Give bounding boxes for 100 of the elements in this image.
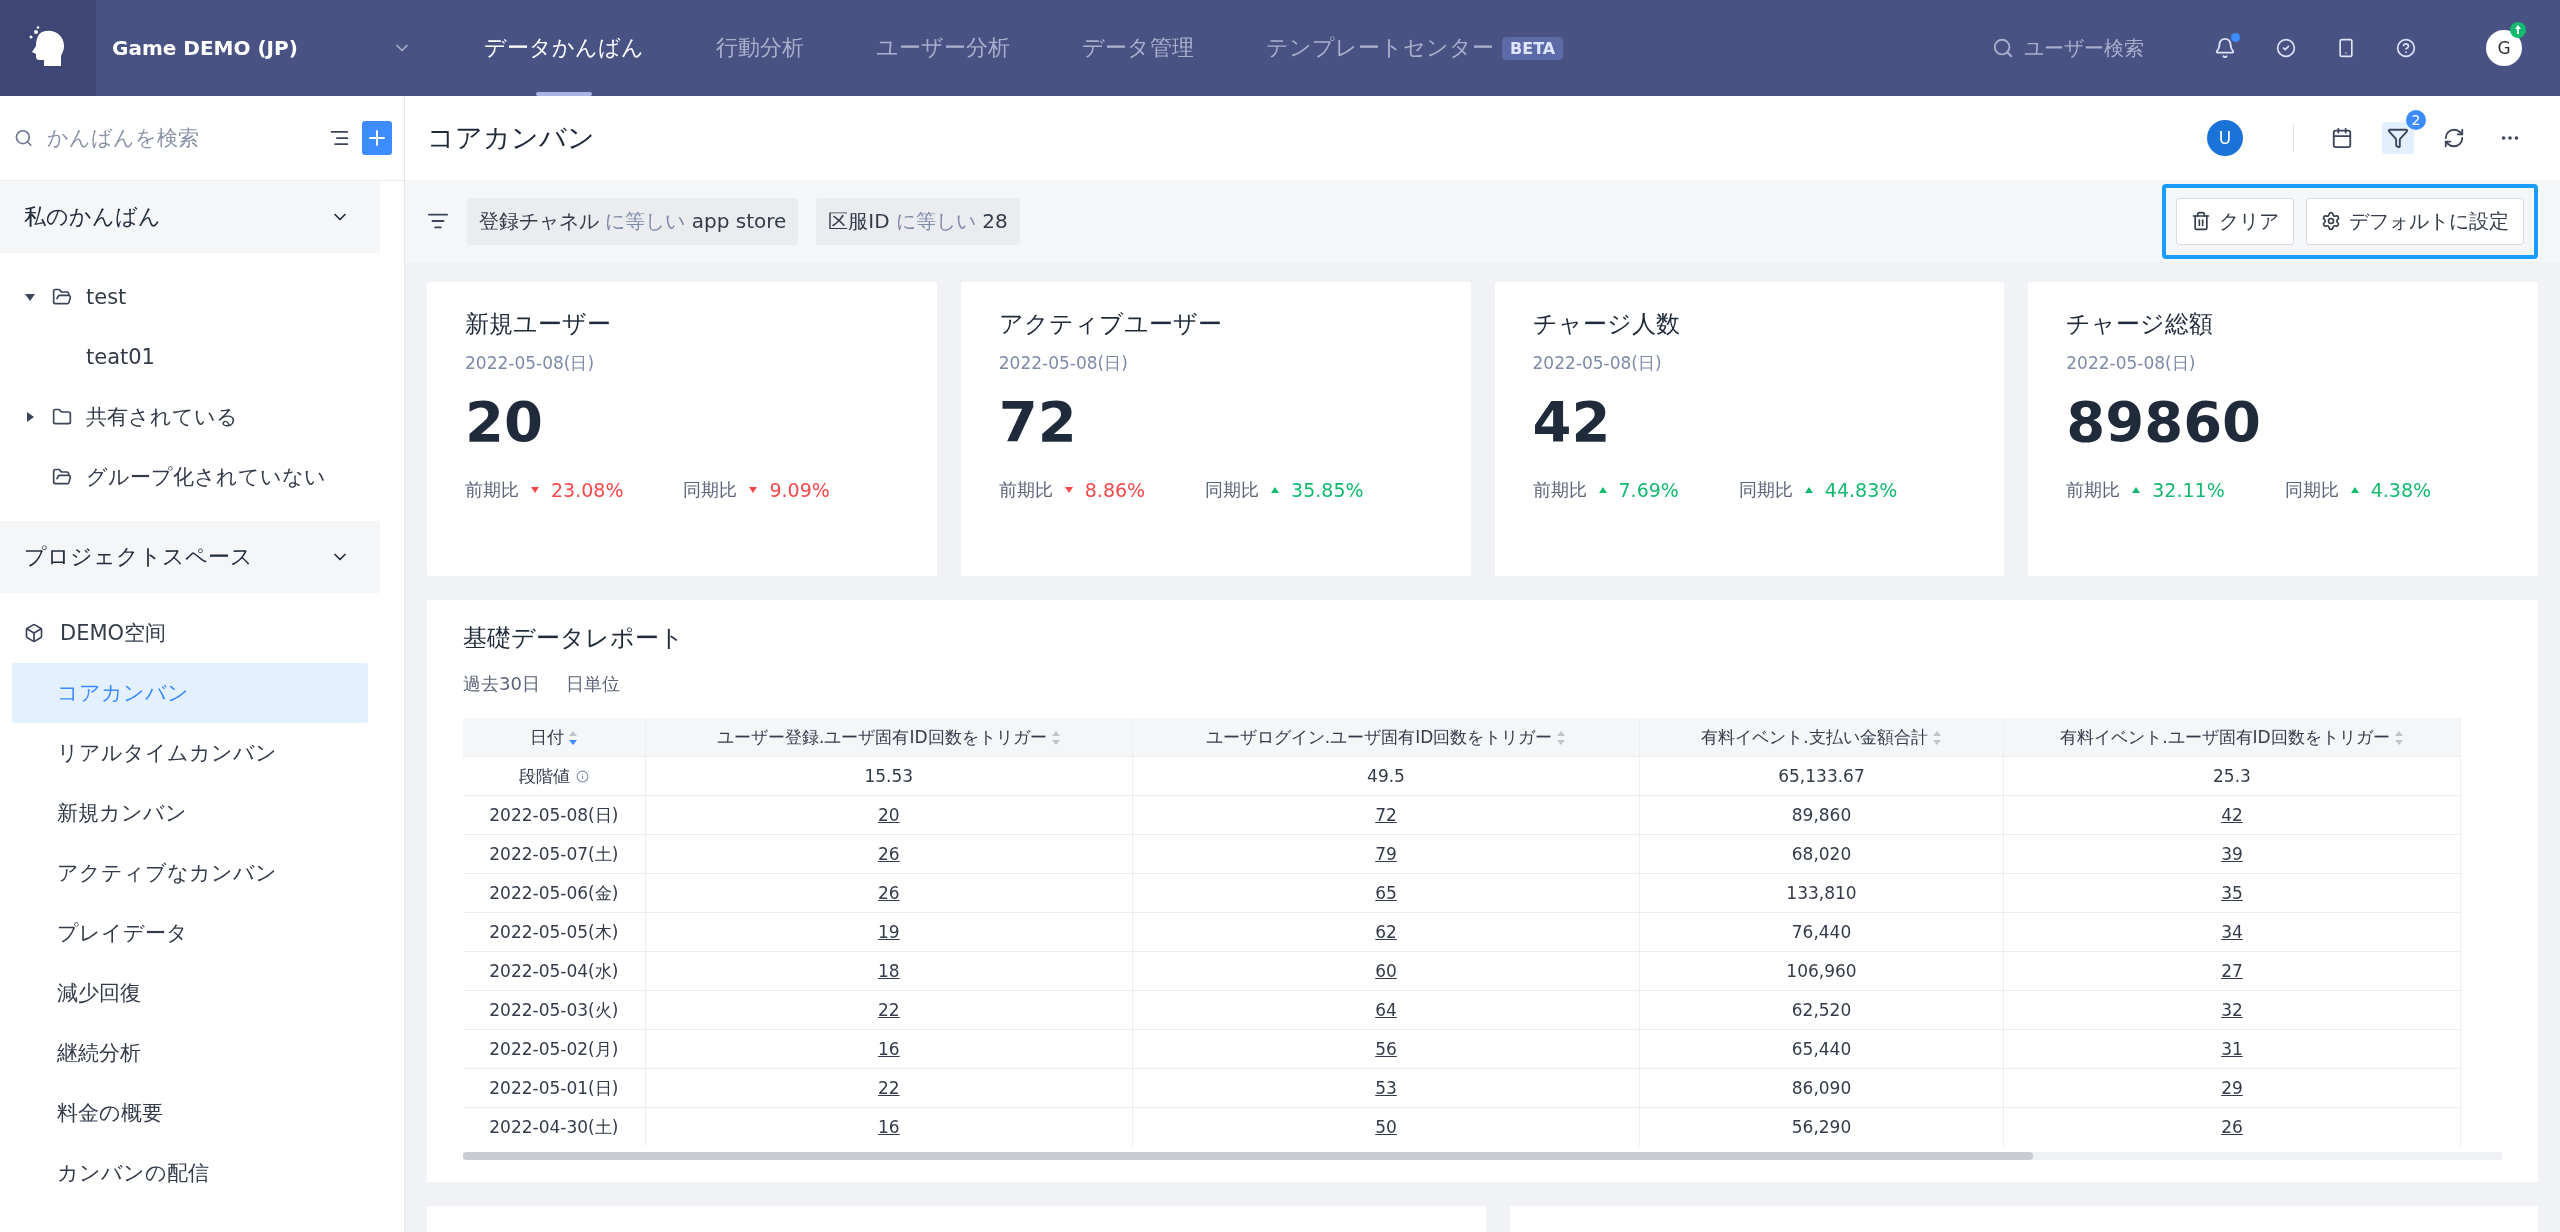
table-link[interactable]: 42	[2221, 805, 2243, 825]
folder-label[interactable]: グループ化されていない	[86, 463, 326, 491]
phone-icon[interactable]	[2336, 38, 2356, 58]
search-icon	[14, 127, 34, 149]
section-header[interactable]: 私のかんばん	[0, 181, 380, 253]
table-cell: 49.5	[1132, 756, 1640, 796]
table-cell: 2022-05-08(日)	[463, 795, 646, 835]
compare-value: 35.85%	[1291, 479, 1364, 501]
table-link[interactable]: 16	[877, 1039, 900, 1059]
compare-label: 前期比	[465, 478, 519, 502]
metric-title: チャージ総額	[2066, 309, 2215, 340]
filter-button[interactable]	[2382, 122, 2414, 154]
kanban-item[interactable]: 新規カンバン	[12, 783, 368, 843]
compare-value: 4.38%	[2370, 479, 2432, 501]
kanban-item[interactable]: アクティブなカンバン	[12, 843, 368, 903]
kanban-item[interactable]: teat01	[86, 345, 155, 369]
compare-label: 前期比	[1532, 478, 1587, 502]
trash-icon	[2191, 211, 2211, 231]
user-avatar[interactable]: G	[2486, 30, 2522, 66]
kanban-item[interactable]: 料金の概要	[12, 1083, 368, 1143]
table-cell: 68,020	[1639, 834, 2004, 874]
folder-icon	[52, 407, 72, 427]
upgrade-badge-icon	[2510, 22, 2526, 38]
scrollbar-thumb[interactable]	[463, 1152, 2033, 1160]
table-link[interactable]: 65	[1375, 883, 1397, 903]
column-header[interactable]: 有料イベント.ユーザ固有ID回数をトリガー	[2003, 718, 2461, 757]
table-link[interactable]: 56	[1375, 1039, 1397, 1059]
table-link[interactable]: 20	[877, 805, 900, 825]
kanban-item[interactable]: カンバンの配信	[12, 1143, 368, 1203]
filter-chip[interactable]: 区服ID に等しい 28	[816, 197, 1020, 245]
space-label[interactable]: DEMO空间	[60, 619, 167, 647]
table-link[interactable]: 39	[2221, 844, 2243, 864]
kanban-item[interactable]: プレイデータ	[12, 903, 368, 963]
info-icon	[575, 770, 589, 783]
table-link[interactable]: 50	[1375, 1117, 1397, 1137]
kanban-item[interactable]: 減少回復	[12, 963, 368, 1023]
metric-value: 89860	[2066, 389, 2263, 454]
table-cell: 2022-05-01(日)	[463, 1068, 646, 1108]
table-link[interactable]: 53	[1375, 1078, 1397, 1098]
metric-date: 2022-05-08(日)	[465, 352, 596, 375]
table-link[interactable]: 26	[2221, 1117, 2243, 1137]
nav-tab[interactable]: データかんばん	[448, 0, 680, 96]
metric-value: 72	[998, 389, 1078, 454]
column-header[interactable]: ユーザログイン.ユーザ固有ID回数をトリガー	[1132, 718, 1640, 757]
metric-title: アクティブユーザー	[998, 309, 1223, 340]
help-icon[interactable]	[2396, 38, 2416, 58]
kanban-item[interactable]: リアルタイムカンバン	[12, 723, 368, 783]
table-cell: 2022-05-02(月)	[463, 1029, 646, 1069]
compare-label: 同期比	[2284, 478, 2339, 502]
folder-label[interactable]: 共有されている	[86, 403, 238, 431]
report-tag: 日単位	[565, 672, 620, 696]
folder-label[interactable]: test	[86, 285, 127, 309]
column-header[interactable]: 有料イベント.支払い金額合計	[1639, 718, 2004, 757]
nav-tab[interactable]: テンプレートセンター BETA	[1230, 0, 1600, 96]
user-avatar[interactable]: U	[2207, 120, 2243, 156]
table-link[interactable]: 29	[2221, 1078, 2243, 1098]
sort-icon[interactable]	[567, 729, 578, 746]
search-icon[interactable]	[1992, 37, 2014, 59]
table-link[interactable]: 26	[877, 844, 900, 864]
clear-button[interactable]: クリア	[2176, 197, 2294, 245]
section-header[interactable]: プロジェクトスペース	[0, 521, 380, 593]
compare-value: 9.09%	[769, 479, 830, 501]
check-circle-icon[interactable]	[2276, 38, 2296, 58]
table-link[interactable]: 22	[877, 1078, 900, 1098]
table-link[interactable]: 79	[1375, 844, 1397, 864]
cube-icon	[24, 623, 44, 643]
column-header[interactable]: 日付	[463, 718, 646, 757]
table-link[interactable]: 34	[2221, 922, 2243, 942]
table-link[interactable]: 22	[877, 1000, 900, 1020]
set-default-button[interactable]: デフォルトに設定	[2306, 197, 2524, 245]
metric-title: チャージ人数	[1532, 309, 1681, 340]
table-link[interactable]: 18	[877, 961, 900, 981]
logo-icon[interactable]	[0, 0, 96, 96]
report-tag: 過去30日	[463, 672, 540, 696]
table-link[interactable]: 31	[2221, 1039, 2243, 1059]
caret-icon[interactable]	[24, 291, 38, 303]
column-header[interactable]: ユーザー登録.ユーザ固有ID回数をトリガー	[645, 718, 1133, 757]
table-link[interactable]: 16	[877, 1117, 900, 1137]
table-link[interactable]: 62	[1375, 922, 1397, 942]
table-cell: 2022-05-06(金)	[463, 873, 646, 913]
table-link[interactable]: 32	[2221, 1000, 2243, 1020]
gear-icon	[2321, 211, 2341, 231]
project-switcher[interactable]: Game DEMO (JP)	[96, 36, 428, 60]
table-cell: 65,440	[1639, 1029, 2004, 1069]
compare-label: 同期比	[1205, 478, 1260, 502]
table-link[interactable]: 19	[877, 922, 900, 942]
table-link[interactable]: 64	[1375, 1000, 1397, 1020]
table-link[interactable]: 27	[2221, 961, 2243, 981]
filter-chip[interactable]: 登録チャネル に等しい app store	[467, 197, 799, 245]
table-link[interactable]: 35	[2221, 883, 2243, 903]
kanban-item[interactable]: 継続分析	[12, 1023, 368, 1083]
table-cell: 2022-05-04(水)	[463, 951, 646, 991]
table-cell: 65,133.67	[1639, 756, 2004, 796]
table-cell: 133,810	[1639, 873, 2004, 913]
beta-badge: BETA	[1502, 36, 1564, 60]
table-link[interactable]: 26	[877, 883, 900, 903]
table-link[interactable]: 60	[1375, 961, 1397, 981]
add-button[interactable]	[362, 121, 392, 155]
table-link[interactable]: 72	[1375, 805, 1397, 825]
metric-value: 20	[465, 389, 544, 454]
